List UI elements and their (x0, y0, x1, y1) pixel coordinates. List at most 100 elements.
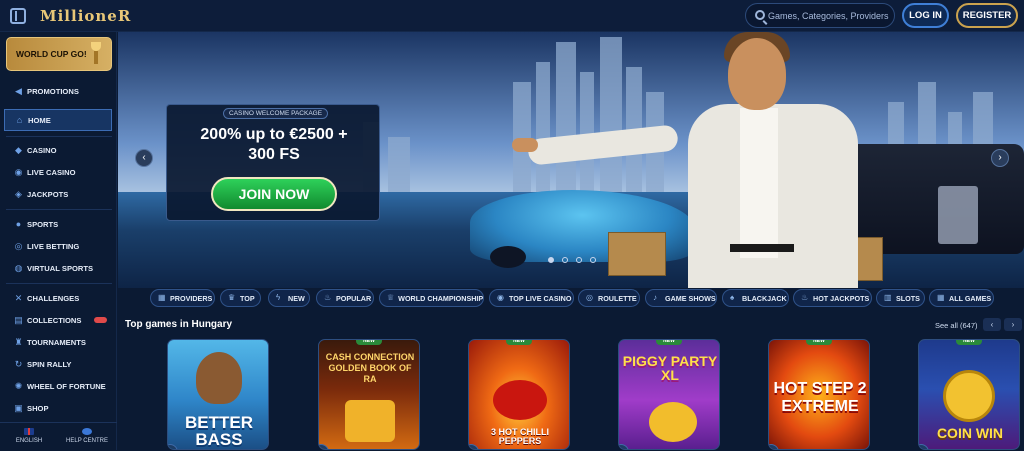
help-label: HELP CENTRE (66, 438, 108, 444)
diamond-icon: ◆ (15, 144, 22, 155)
slide-dot[interactable] (576, 257, 582, 263)
play-icon (919, 444, 929, 449)
sidebar-item-sports[interactable]: ● SPORTS (0, 213, 117, 235)
chip-slots[interactable]: ▥ SLOTS (876, 289, 925, 307)
chevron-right-icon: › (998, 152, 1002, 163)
new-tag: NEW (656, 340, 682, 345)
see-all-link[interactable]: See all (647) (935, 321, 978, 330)
sidebar-item-home[interactable]: ⌂ HOME (4, 109, 112, 131)
chip-label: POPULAR (336, 293, 372, 303)
promo-title-line2: 300 FS (248, 146, 300, 163)
skyline-building (513, 82, 531, 192)
hero-next-button[interactable]: › (991, 149, 1009, 167)
lightning-icon: ϟ (276, 293, 281, 302)
sidebar-item-shop[interactable]: ▣ SHOP (0, 397, 117, 419)
sidebar-item-casino[interactable]: ◆ CASINO (0, 139, 117, 161)
trophy-icon: ♕ (387, 293, 395, 302)
chip-label: ROULETTE (598, 293, 637, 303)
top-bar: MillioneR LOG IN REGISTER (0, 0, 1024, 32)
sidebar-item-label: COLLECTIONS (27, 315, 82, 325)
game-art-character (196, 352, 242, 404)
model-shirt (740, 108, 778, 258)
model-belt (730, 244, 794, 252)
play-icon (319, 444, 329, 449)
spin-rally-icon: ↻ (14, 358, 23, 369)
sidebar-item-wheel-of-fortune[interactable]: ✺ WHEEL OF FORTUNE (0, 375, 117, 397)
chip-blackjack[interactable]: ♠ BLACKJACK (722, 289, 789, 307)
sidebar-item-spin-rally[interactable]: ↻ SPIN RALLY (0, 353, 117, 375)
sidebar-item-live-casino[interactable]: ◉ LIVE CASINO (0, 161, 117, 183)
search-input[interactable] (768, 7, 890, 25)
game-tile-coin-win[interactable]: NEW COIN WIN (918, 339, 1020, 450)
sidebar-item-label: SPIN RALLY (27, 359, 72, 369)
jackpot-icon: ◈ (15, 188, 22, 199)
game-tile-hot-step-2-extreme[interactable]: NEW HOT STEP 2 EXTREME (768, 339, 870, 450)
hero-prev-button[interactable]: ‹ (135, 149, 153, 167)
game-tile-piggy-party-xl[interactable]: NEW PIGGY PARTY XL (618, 339, 720, 450)
slide-dot[interactable] (548, 257, 554, 263)
search-box[interactable] (745, 3, 895, 28)
site-logo[interactable]: MillioneR (40, 7, 131, 25)
sidebar-item-label: LIVE CASINO (27, 167, 76, 177)
sidebar-item-virtual-sports[interactable]: ◍ VIRTUAL SPORTS (0, 257, 117, 279)
language-selector[interactable]: ENGLISH (0, 423, 58, 451)
slide-dot[interactable] (562, 257, 568, 263)
game-tile-better-bass[interactable]: BETTER BASS (167, 339, 269, 450)
game-title: BETTER BASS (185, 413, 253, 449)
promo-tag: CASINO WELCOME PACKAGE (223, 108, 329, 119)
sidebar-item-collections[interactable]: ▤ COLLECTIONS (0, 309, 117, 331)
game-tile-3-hot-chilli-peppers[interactable]: NEW 3 HOT CHILLI PEPPERS (468, 339, 570, 450)
sidebar-item-jackpots[interactable]: ◈ JACKPOTS (0, 183, 117, 205)
chip-label: WORLD CHAMPIONSHIP (398, 293, 484, 303)
chip-all-games[interactable]: ▦ ALL GAMES (929, 289, 994, 307)
collections-icon: ▤ (14, 314, 23, 325)
cards-icon: ♠ (730, 293, 735, 302)
sidebar-item-promotions[interactable]: ◀ PROMOTIONS (0, 80, 117, 102)
register-button[interactable]: REGISTER (956, 3, 1018, 28)
chip-top[interactable]: ♛ TOP (220, 289, 261, 307)
sidebar-item-challenges[interactable]: ✕ CHALLENGES (0, 287, 117, 309)
new-badge (94, 317, 107, 323)
game-art-pepper (493, 380, 547, 420)
chip-label: PROVIDERS (170, 293, 213, 303)
world-cup-banner[interactable]: WORLD CUP GO! (6, 37, 112, 71)
chip-game-shows[interactable]: ♪ GAME SHOWS (645, 289, 717, 307)
mic-icon: ♪ (653, 293, 657, 302)
providers-icon: ▦ (158, 293, 166, 302)
model-head (728, 38, 786, 110)
new-tag: NEW (356, 340, 382, 345)
skyline-building (600, 37, 622, 192)
skyline-building (536, 62, 550, 192)
sidebar-item-label: JACKPOTS (27, 189, 69, 199)
home-icon: ⌂ (16, 114, 23, 125)
chip-world-championship[interactable]: ♕ WORLD CHAMPIONSHIP (379, 289, 484, 307)
promo-title-line1: 200% up to €2500 + (200, 126, 348, 143)
play-icon (769, 444, 779, 449)
chip-providers[interactable]: ▦ PROVIDERS (150, 289, 215, 307)
sidebar-item-live-betting[interactable]: ◎ LIVE BETTING (0, 235, 117, 257)
chip-top-live-casino[interactable]: ◉ TOP LIVE CASINO (489, 289, 574, 307)
game-title: 3 HOT CHILLI PEPPERS (491, 427, 549, 446)
chip-label: GAME SHOWS (665, 293, 716, 303)
sidebar-item-tournaments[interactable]: ♜ TOURNAMENTS (0, 331, 117, 353)
chip-new[interactable]: ϟ NEW (268, 289, 310, 307)
wheel-icon: ✺ (14, 380, 23, 391)
games-next-button[interactable]: › (1004, 318, 1022, 331)
sidebar-divider (6, 136, 112, 137)
chip-label: ALL GAMES (949, 293, 992, 303)
games-prev-button[interactable]: ‹ (983, 318, 1001, 331)
welcome-promo-card: CASINO WELCOME PACKAGE 200% up to €2500 … (166, 104, 380, 221)
game-tile-golden-book-of-ra[interactable]: NEW CASH CONNECTION GOLDEN BOOK OF RA (318, 339, 420, 450)
join-now-button[interactable]: JOIN NOW (211, 177, 337, 211)
chip-hot-jackpots[interactable]: ♨ HOT JACKPOTS (793, 289, 872, 307)
new-tag: NEW (806, 340, 832, 345)
chip-label: SLOTS (896, 293, 920, 303)
chip-popular[interactable]: ♨ POPULAR (316, 289, 374, 307)
chip-label: BLACKJACK (742, 293, 787, 303)
chip-roulette[interactable]: ◎ ROULETTE (578, 289, 640, 307)
sidebar-item-label: SHOP (27, 403, 49, 413)
slide-dot[interactable] (590, 257, 596, 263)
help-centre-link[interactable]: HELP CENTRE (58, 423, 116, 451)
sidebar-toggle-icon[interactable] (10, 8, 26, 24)
login-button[interactable]: LOG IN (902, 3, 949, 28)
